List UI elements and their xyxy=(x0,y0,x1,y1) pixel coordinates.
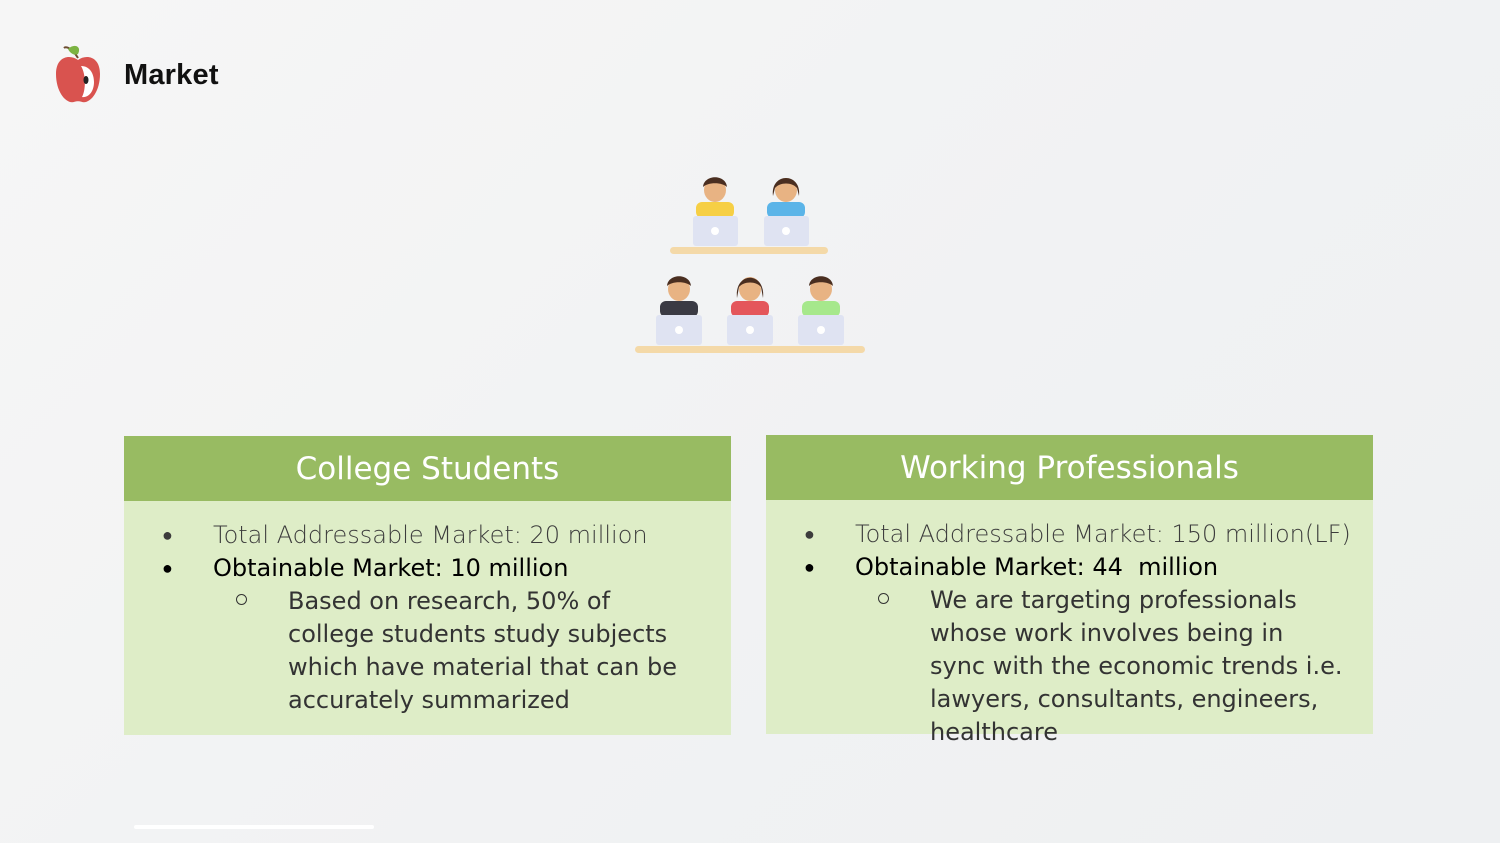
list-item: ● Total Addressable Market: 150 million(… xyxy=(766,518,1373,551)
list-item: ● Obtainable Market: 44 million xyxy=(766,551,1373,584)
person-icon xyxy=(764,178,809,246)
bullet-text: Total Addressable Market: 20 million xyxy=(213,521,648,549)
college-students-card: College Students ● Total Addressable Mar… xyxy=(124,436,731,735)
person-icon xyxy=(727,277,773,345)
bullet-text: Obtainable Market: 44 million xyxy=(855,553,1219,581)
header: Market xyxy=(54,44,219,106)
working-professionals-card: Working Professionals ● Total Addressabl… xyxy=(766,435,1373,746)
bullet-icon: ● xyxy=(162,558,173,579)
footer-divider xyxy=(134,825,374,829)
sub-bullet-text: We are targeting professionals whose wor… xyxy=(930,586,1343,746)
circle-bullet-icon xyxy=(236,594,247,605)
card-body: ● Total Addressable Market: 20 million ●… xyxy=(124,501,731,717)
sub-bullet-text: Based on research, 50% of college studen… xyxy=(288,587,677,714)
sub-list-item: Based on research, 50% of college studen… xyxy=(124,585,731,717)
card-title: College Students xyxy=(124,436,731,501)
circle-bullet-icon xyxy=(878,593,889,604)
classroom-people-illustration xyxy=(635,177,865,353)
person-icon xyxy=(798,276,844,345)
apple-logo-icon xyxy=(56,45,100,103)
card-body: ● Total Addressable Market: 150 million(… xyxy=(766,500,1373,749)
bullet-icon: ● xyxy=(162,525,173,546)
page-title: Market xyxy=(124,58,219,91)
bullet-text: Obtainable Market: 10 million xyxy=(213,554,569,582)
sub-list-item: We are targeting professionals whose wor… xyxy=(766,584,1373,749)
list-item: ● Obtainable Market: 10 million xyxy=(124,552,731,585)
list-item: ● Total Addressable Market: 20 million xyxy=(124,519,731,552)
bullet-text: Total Addressable Market: 150 million(LF… xyxy=(855,520,1351,548)
person-icon xyxy=(693,177,738,246)
bullet-icon: ● xyxy=(804,557,815,578)
bullet-icon: ● xyxy=(804,524,815,545)
card-title: Working Professionals xyxy=(766,435,1373,500)
person-icon xyxy=(656,276,702,345)
